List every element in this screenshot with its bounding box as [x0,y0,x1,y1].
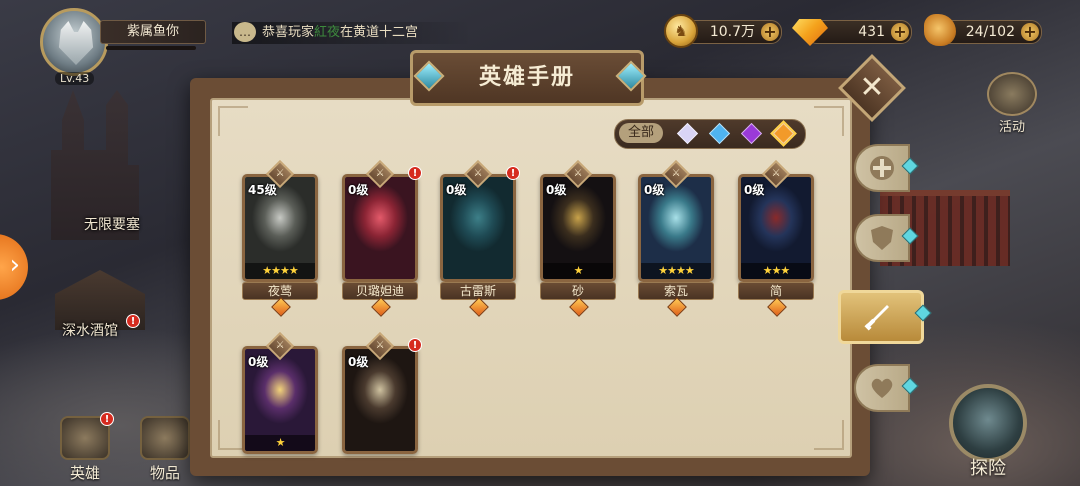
corner-ornament [814,420,844,450]
hero-card[interactable]: 45级 ★★★★ [242,174,318,282]
hero-card[interactable]: 0级 [342,174,418,282]
hero-stars: ★★★★ [641,263,711,279]
stamina-chicken-icon [924,14,956,46]
hero-stars: ★ [543,263,613,279]
hero-card[interactable]: 0级 ★★★★ [638,174,714,282]
sword-icon: ⚔ [275,168,285,179]
hero-card[interactable]: 0级 [440,174,516,282]
corner-ornament [218,106,248,136]
hero-level: 0级 [744,183,765,197]
sword-icon: ⚔ [375,168,385,179]
sword-icon: ⚔ [275,340,285,351]
tab-support[interactable] [854,144,919,192]
activity-label: 活动 [998,120,1025,135]
sword-icon: ⚔ [771,168,781,179]
hero-card[interactable]: 0级 ★★★ [738,174,814,282]
hero-level: 0级 [644,183,665,197]
add-stamina-button[interactable]: + [1021,23,1039,41]
nav-items-button[interactable]: 物品 [132,412,198,486]
tab-heal[interactable] [854,364,919,412]
chat-prefix: 恭喜玩家 [262,25,315,40]
plus-icon [870,156,894,180]
stamina-value: 24/102 [965,24,1015,40]
hero-level: 0级 [348,355,369,369]
wolf-portrait-icon [58,21,94,65]
hero-level: 0级 [446,183,467,197]
hero-stars: ★ [245,435,315,451]
chat-player-highlight: 紅夜 [314,25,341,40]
hero-alert-badge: ! [506,166,520,180]
hero-alert-badge: ! [408,338,422,352]
corner-ornament [814,106,844,136]
hero-level: 0级 [546,183,567,197]
map-label-fortress[interactable]: 无限要塞 [84,214,140,234]
chat-message: 恭喜玩家紅夜在黄道十二宫 [262,22,418,44]
player-avatar[interactable] [40,8,108,76]
chest-icon [140,416,190,460]
hero-stars: ★★★ [741,263,811,279]
chat-suffix: 在黄道十二宫 [340,25,419,40]
hero-level: 0级 [248,355,269,369]
hero-card[interactable]: 0级 ★ [540,174,616,282]
crossed-swords-shield-icon [949,384,1027,462]
chat-bubble-icon: … [234,22,256,42]
activity-button[interactable]: 活动 [984,72,1040,135]
tab-tank[interactable] [854,214,919,262]
hero-alert-badge: ! [408,166,422,180]
sword-icon: ⚔ [573,168,583,179]
tavern-alert-badge: ! [126,314,140,328]
hero-stars: ★★★★ [245,263,315,279]
heart-icon [871,378,893,398]
activity-icon [987,72,1037,116]
exp-bar [106,46,196,50]
sword-icon: ⚔ [375,340,385,351]
player-level: Lv.43 [55,72,95,85]
explore-label: 探险 [970,458,1006,479]
add-gems-button[interactable]: + [891,23,909,41]
close-icon: ✕ [859,70,885,105]
nav-items-label: 物品 [149,464,180,482]
explore-button[interactable]: 探险 [938,384,1038,486]
sword-icon: ⚔ [671,168,681,179]
gold-coin-icon: ♞ [664,14,698,48]
shield-icon [871,226,893,250]
sword-icon: ⚔ [473,168,483,179]
hero-level: 45级 [248,183,277,197]
gem-value: 431 [858,24,885,40]
tab-attack[interactable] [838,290,932,344]
map-label-tavern[interactable]: 深水酒馆 [62,320,118,340]
hero-level: 0级 [348,183,369,197]
player-name: 紫属鱼你 [100,20,206,44]
filter-all-button[interactable]: 全部 [619,123,663,143]
nav-heroes-label: 英雄 [69,464,100,482]
gold-value: 10.7万 [709,24,755,40]
hero-card[interactable]: 0级 ★ [242,346,318,454]
add-gold-button[interactable]: + [761,23,779,41]
panel-title: 英雄手册 [410,50,644,106]
sword-icon [864,305,889,331]
heroes-alert-badge: ! [100,412,114,426]
hero-card[interactable]: 0级 [342,346,418,454]
